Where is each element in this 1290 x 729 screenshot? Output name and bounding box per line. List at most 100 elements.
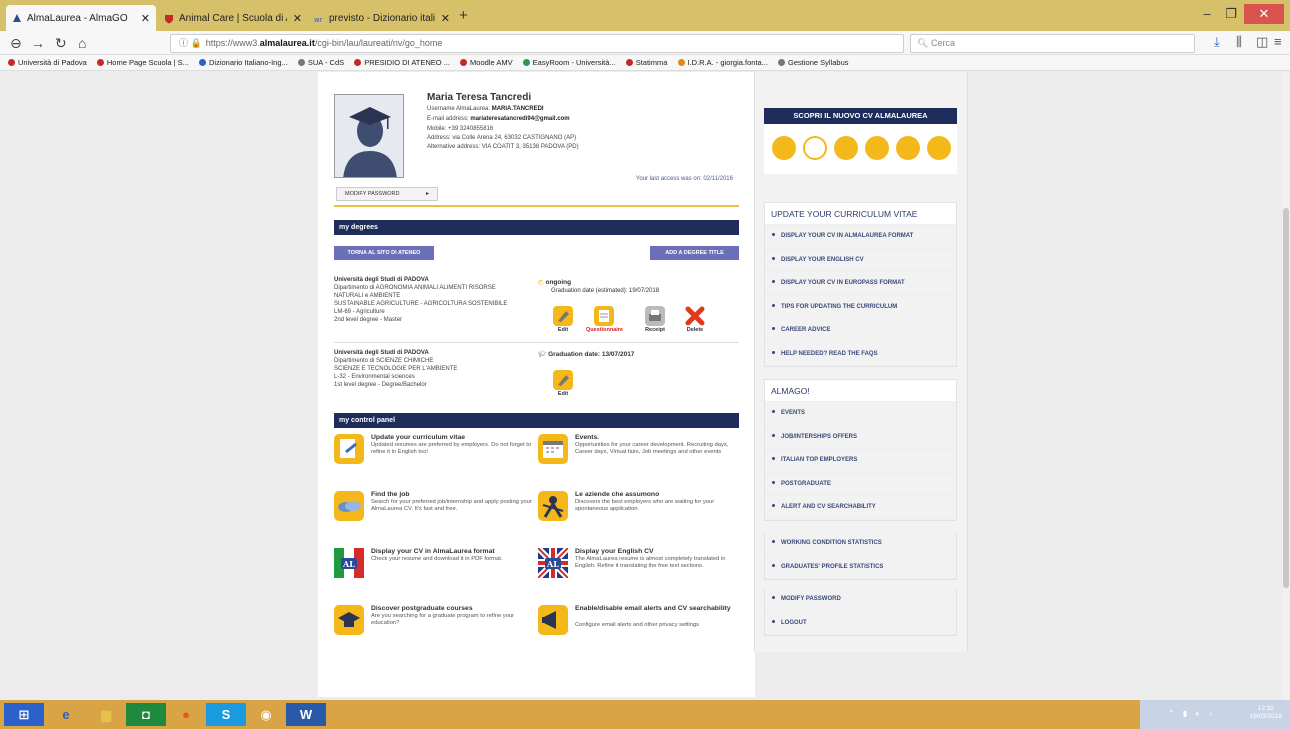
- edit-button[interactable]: Edit: [550, 370, 576, 397]
- bookmark-item[interactable]: SUA - CdS: [297, 55, 344, 70]
- window-close-icon[interactable]: ✕: [1244, 4, 1284, 24]
- skype-icon[interactable]: S: [206, 703, 246, 726]
- sidebar-item-job-offers[interactable]: JOB/INTERSHIPS OFFERS: [765, 425, 956, 449]
- reload-icon[interactable]: ↻: [55, 34, 67, 52]
- delete-button[interactable]: Delete: [682, 306, 708, 333]
- bookmark-item[interactable]: Moodle AMV: [460, 55, 513, 70]
- modify-password-button[interactable]: MODIFY PASSWORD ▸: [336, 187, 438, 201]
- briefcase-icon: [772, 136, 796, 160]
- word-icon[interactable]: W: [286, 703, 326, 726]
- address-bar[interactable]: ⓘ 🔒 https://www3.almalaurea.it/cgi-bin/la…: [170, 34, 1010, 100]
- profile-username: Username AlmaLaurea: MARIA.TANCREDI: [427, 106, 544, 112]
- bookmark-item[interactable]: Dizionario Italiano-Ing...: [198, 55, 288, 70]
- sidebar-item-europass[interactable]: DISPLAY YOUR CV IN EUROPASS FORMAT: [765, 272, 956, 296]
- bookmark-item[interactable]: I.D.R.A. - giorgia.fonta...: [677, 55, 768, 70]
- english-cv-link[interactable]: AL Display your English CV The AlmaLaure…: [535, 545, 738, 588]
- delete-x-icon: [685, 306, 705, 326]
- firefox-icon[interactable]: ●: [166, 703, 206, 726]
- find-job-link[interactable]: Find the job Search for your preferred j…: [334, 491, 534, 531]
- system-tray: ⌃ ▮ ◐ ♪ 12:32 19/03/2018: [1140, 700, 1290, 729]
- bookmark-item[interactable]: Home Page Scuola | S...: [96, 55, 189, 70]
- almago-title: ALMAGO!: [765, 380, 956, 402]
- sidebar-item-english-cv[interactable]: DISPLAY YOUR ENGLISH CV: [765, 248, 956, 272]
- update-cv-link[interactable]: Update your curriculum vitae Updated res…: [334, 434, 534, 474]
- sidebar-item-modify-password[interactable]: MODIFY PASSWORD: [765, 588, 956, 612]
- last-access: Your last access was on: 02/11/2016: [635, 176, 733, 182]
- bookmark-item[interactable]: EasyRoom - Università...: [522, 55, 616, 70]
- windows-start-icon[interactable]: ⊞: [4, 703, 44, 726]
- cv-almalaurea-format-link[interactable]: AL Display your CV in AlmaLaurea format …: [334, 548, 534, 588]
- system-clock[interactable]: 12:32 19/03/2018: [1249, 705, 1282, 721]
- promo-banner[interactable]: [764, 124, 957, 174]
- bookmark-item[interactable]: Gestione Syllabus: [778, 55, 849, 70]
- add-degree-button[interactable]: ADD A DEGREE TITLE: [650, 246, 739, 260]
- sidebar-item-profile-stats[interactable]: GRADUATES' PROFILE STATISTICS: [765, 555, 956, 579]
- questionnaire-icon: [594, 306, 614, 326]
- profile-alt-address: Alternative address: VIA COATIT 3, 35138…: [427, 144, 579, 150]
- search-input[interactable]: 🔍︎ Cerca: [910, 34, 1195, 53]
- scrollbar-thumb[interactable]: [1283, 208, 1289, 588]
- sidebar-item-logout[interactable]: LOGOUT: [765, 611, 956, 635]
- download-icon[interactable]: ⤓: [1214, 34, 1220, 50]
- update-cv-panel: UPDATE YOUR CURRICULUM VITAE DISPLAY YOU…: [764, 202, 957, 367]
- close-tab-icon[interactable]: ✕: [293, 12, 302, 25]
- home-icon[interactable]: ⌂: [78, 34, 86, 52]
- vertical-scrollbar[interactable]: [1282, 72, 1290, 700]
- calendar-icon: [538, 434, 568, 464]
- tab-almalaurea[interactable]: AlmaLaurea - AlmaGO ✕: [6, 5, 156, 31]
- receipt-button[interactable]: Receipt: [642, 306, 668, 333]
- forward-icon[interactable]: →: [31, 34, 45, 52]
- divider: [334, 205, 739, 207]
- sidebar-item-career-advice[interactable]: CAREER ADVICE: [765, 319, 956, 343]
- tie-icon: [927, 136, 951, 160]
- restore-icon[interactable]: ❐: [1220, 4, 1242, 24]
- sidebar-item-alerts[interactable]: ALERT AND CV SEARCHABILITY: [765, 496, 956, 520]
- browser-tab-bar: AlmaLaurea - AlmaGO ✕ Animal Care | Scuo…: [0, 0, 1290, 31]
- tab-dizionario[interactable]: wr previsto - Dizionario italiano-ingles…: [308, 6, 456, 31]
- bookmark-item[interactable]: Università di Padova: [8, 55, 87, 70]
- promo-banner-title[interactable]: SCOPRI IL NUOVO CV ALMALAUREA: [764, 108, 957, 124]
- degree-status: ◴ ongoing: [538, 279, 572, 286]
- sidebar-item-faqs[interactable]: HELP NEEDED? READ THE FAQS: [765, 342, 956, 366]
- account-panel: MODIFY PASSWORD LOGOUT: [764, 588, 957, 636]
- almago-panel: ALMAGO! EVENTS JOB/INTERSHIPS OFFERS ITA…: [764, 379, 957, 521]
- sidebar-item-events[interactable]: EVENTS: [765, 402, 956, 426]
- app-icon[interactable]: ◉: [246, 703, 286, 726]
- menu-icon[interactable]: ≡: [1274, 34, 1282, 49]
- sidebar-item-tips[interactable]: TIPS FOR UPDATING THE CURRICULUM: [765, 295, 956, 319]
- library-icon[interactable]: ⫼: [1236, 34, 1242, 50]
- hiring-companies-link[interactable]: Le aziende che assumono Discovers the be…: [538, 491, 738, 531]
- profile-email: E-mail address: mariateresatancredi94@gm…: [427, 116, 570, 122]
- degree-item: Università degli Studi di PADOVA Diparti…: [334, 350, 458, 388]
- divider: [334, 342, 739, 343]
- email-alerts-link[interactable]: Enable/disable email alerts and CV searc…: [538, 605, 738, 645]
- sidebar-item-postgraduate[interactable]: POSTGRADUATE: [765, 472, 956, 496]
- internet-explorer-icon[interactable]: e: [46, 703, 86, 726]
- questionnaire-button[interactable]: Questionnaire: [586, 306, 623, 333]
- svg-text:wr: wr: [314, 16, 323, 24]
- back-to-university-button[interactable]: TORNA AL SITO DI ATENEO: [334, 246, 434, 260]
- postgraduate-courses-link[interactable]: Discover postgraduate courses Are you se…: [334, 605, 534, 645]
- windows-taskbar: ⊞ e ▆ ◘ ● S ◉ W ⌃ ▮ ◐ ♪ 12:32 19/03/2018: [0, 700, 1290, 729]
- sidebar-item-top-employers[interactable]: ITALIAN TOP EMPLOYERS: [765, 449, 956, 473]
- bookmark-item[interactable]: Statimma: [625, 55, 667, 70]
- events-link[interactable]: Events. Opportunities for your career de…: [538, 434, 738, 474]
- sidebar-icon[interactable]: ◫: [1256, 34, 1268, 50]
- sidebar-item-cv-almalaurea[interactable]: DISPLAY YOUR CV IN ALMALAUREA FORMAT: [765, 225, 956, 249]
- sunrise-icon: [865, 136, 889, 160]
- minimize-icon[interactable]: –: [1196, 4, 1218, 24]
- new-tab-button[interactable]: +: [459, 7, 468, 24]
- tray-icons[interactable]: ⌃ ▮ ◐ ♪: [1168, 709, 1216, 718]
- lock-icon: 🔒: [190, 38, 202, 48]
- info-icon[interactable]: ⓘ: [179, 38, 188, 48]
- tab-animal-care[interactable]: Animal Care | Scuola di Agraria ✕: [158, 6, 308, 31]
- bookmark-item[interactable]: PRESIDIO DI ATENEO ...: [354, 55, 450, 70]
- back-icon[interactable]: ⊖: [10, 34, 22, 52]
- close-tab-icon[interactable]: ✕: [441, 12, 450, 25]
- star-icon: [803, 136, 827, 160]
- store-icon[interactable]: ◘: [126, 703, 166, 726]
- sidebar-item-working-stats[interactable]: WORKING CONDITION STATISTICS: [765, 532, 956, 556]
- close-tab-icon[interactable]: ✕: [141, 12, 150, 25]
- file-explorer-icon[interactable]: ▆: [86, 703, 126, 726]
- edit-button[interactable]: Edit: [550, 306, 576, 333]
